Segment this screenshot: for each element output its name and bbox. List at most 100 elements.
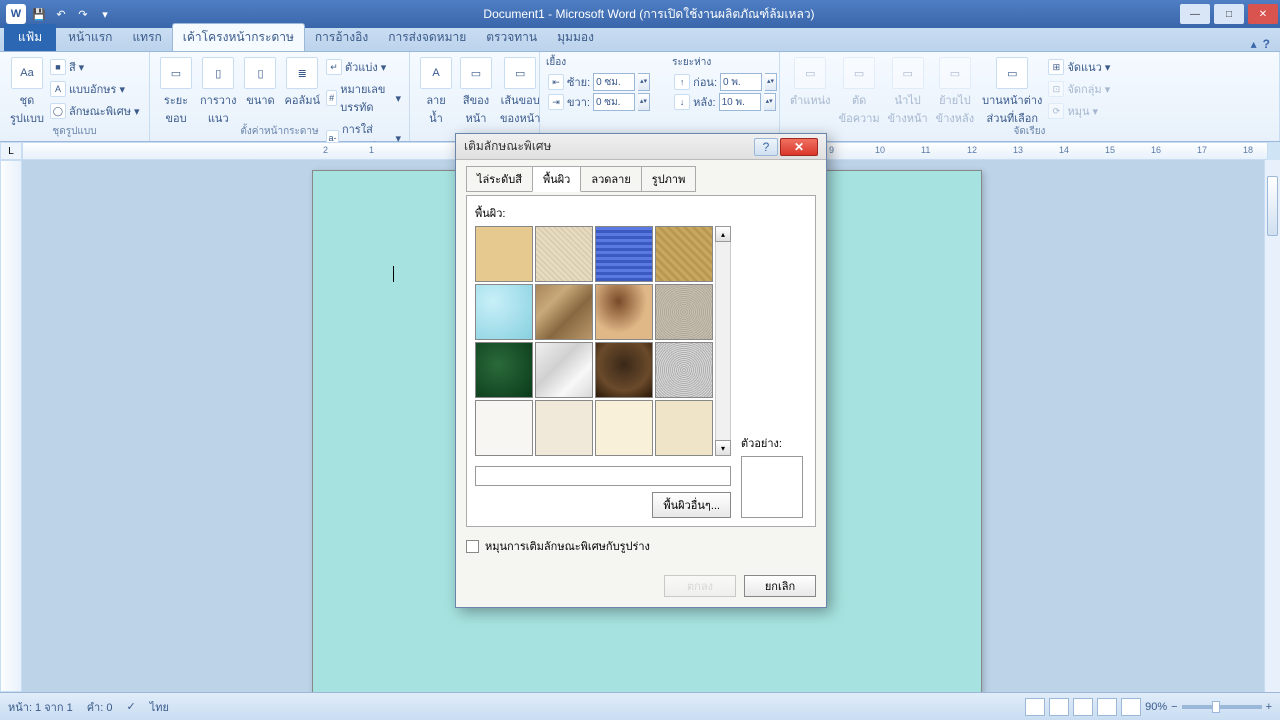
tab-mailings[interactable]: การส่งจดหมาย — [378, 24, 476, 51]
tab-gradient[interactable]: ไล่ระดับสี — [466, 166, 533, 192]
page-borders-icon: ▭ — [504, 57, 536, 89]
rotate-label: หมุน — [1067, 102, 1089, 120]
texture-swatch[interactable] — [535, 400, 593, 456]
group-page-setup-label: ตั้งค่าหน้ากระดาษ — [150, 124, 409, 139]
rotate-icon: ⟳ — [1048, 103, 1064, 119]
minimize-ribbon-icon[interactable]: ▴ — [1251, 37, 1257, 51]
group-themes: Aa ชุด รูปแบบ ■สี ▾ Aแบบอักษร ▾ ◯ลักษณะพ… — [0, 52, 150, 141]
tab-page-layout[interactable]: เค้าโครงหน้ากระดาษ — [172, 23, 305, 51]
texture-swatch[interactable] — [475, 400, 533, 456]
view-full-screen-button[interactable] — [1049, 698, 1069, 716]
view-web-layout-button[interactable] — [1073, 698, 1093, 716]
vertical-ruler[interactable] — [0, 160, 22, 692]
tab-insert[interactable]: แทรก — [122, 24, 171, 51]
texture-swatch[interactable] — [655, 284, 713, 340]
align-button[interactable]: ⊞จัดแนว ▾ — [1046, 57, 1112, 77]
view-outline-button[interactable] — [1097, 698, 1117, 716]
texture-swatch[interactable] — [655, 342, 713, 398]
breaks-button[interactable]: ↵ตัวแบ่ง ▾ — [324, 57, 403, 77]
dialog-panel: พื้นผิว: — [466, 195, 816, 527]
minimize-button[interactable]: — — [1180, 4, 1210, 24]
theme-fonts-button[interactable]: Aแบบอักษร ▾ — [48, 79, 142, 99]
indent-right-input[interactable]: 0 ซม. — [593, 93, 635, 111]
theme-colors-button[interactable]: ■สี ▾ — [48, 57, 142, 77]
maximize-button[interactable]: □ — [1214, 4, 1244, 24]
cancel-button[interactable]: ยกเลิก — [744, 575, 816, 597]
texture-scroll-up[interactable]: ▴ — [715, 226, 731, 242]
scrollbar-thumb[interactable] — [1267, 176, 1278, 236]
zoom-slider-thumb[interactable] — [1212, 701, 1220, 713]
indent-left-spinner[interactable]: ▴▾ — [638, 73, 650, 91]
ok-button[interactable]: ตกลง — [664, 575, 736, 597]
tab-review[interactable]: ตรวจทาน — [476, 24, 547, 51]
dialog-help-button[interactable]: ? — [754, 138, 778, 156]
status-words[interactable]: คำ: 0 — [87, 698, 113, 716]
status-language[interactable]: ไทย — [150, 698, 169, 716]
texture-swatch[interactable] — [595, 284, 653, 340]
save-icon[interactable]: 💾 — [30, 5, 48, 23]
tab-pattern[interactable]: ลวดลาย — [580, 166, 641, 192]
texture-swatch[interactable] — [595, 400, 653, 456]
spacing-after-spinner[interactable]: ▴▾ — [764, 93, 776, 111]
texture-scrollbar[interactable]: ▴ ▾ — [715, 226, 731, 456]
dialog-titlebar[interactable]: เติมลักษณะพิเศษ ? ✕ — [456, 134, 826, 160]
texture-swatch[interactable] — [595, 226, 653, 282]
undo-icon[interactable]: ↶ — [52, 5, 70, 23]
help-icon[interactable]: ? — [1263, 37, 1270, 51]
texture-swatch[interactable] — [475, 342, 533, 398]
indent-left-input[interactable]: 0 ซม. — [593, 73, 635, 91]
spacing-before-input[interactable]: 0 พ. — [720, 73, 762, 91]
tab-references[interactable]: การอ้างอิง — [305, 24, 378, 51]
zoom-out-button[interactable]: − — [1171, 701, 1177, 713]
qat-dropdown-icon[interactable]: ▾ — [96, 5, 114, 23]
texture-swatch[interactable] — [655, 400, 713, 456]
indent-right-spinner[interactable]: ▴▾ — [638, 93, 650, 111]
spacing-after-label: หลัง: — [693, 93, 715, 111]
line-numbers-button[interactable]: #หมายเลขบรรทัด ▾ — [324, 79, 403, 117]
dialog-close-button[interactable]: ✕ — [780, 138, 818, 156]
page-color-button[interactable]: ▭สีของ หน้า — [456, 55, 496, 129]
redo-icon[interactable]: ↷ — [74, 5, 92, 23]
close-button[interactable]: ✕ — [1248, 4, 1278, 24]
page-borders-button[interactable]: ▭เส้นขอบ ของหน้า — [496, 55, 544, 129]
rotate-fill-checkbox[interactable] — [466, 540, 479, 553]
spacing-after-input[interactable]: 10 พ. — [719, 93, 761, 111]
texture-swatch[interactable] — [535, 342, 593, 398]
colors-icon: ■ — [50, 59, 66, 75]
texture-swatch[interactable] — [595, 342, 653, 398]
selection-pane-button[interactable]: ▭บานหน้าต่าง ส่วนที่เลือก — [978, 55, 1046, 129]
fill-effects-dialog: เติมลักษณะพิเศษ ? ✕ ไล่ระดับสี พื้นผิว ล… — [455, 133, 827, 608]
tab-view[interactable]: มุมมอง — [547, 24, 604, 51]
view-draft-button[interactable] — [1121, 698, 1141, 716]
tab-texture[interactable]: พื้นผิว — [532, 166, 581, 192]
wrap-icon: ▭ — [843, 57, 875, 89]
group-page-setup: ▭ระยะ ขอบ ▯การวาง แนว ▯ขนาด ≣คอลัมน์ ↵ตั… — [150, 52, 410, 141]
zoom-in-button[interactable]: + — [1266, 701, 1272, 713]
watermark-button[interactable]: Aลาย น้ำ — [416, 55, 456, 129]
texture-swatch[interactable] — [655, 226, 713, 282]
texture-swatch[interactable] — [475, 226, 533, 282]
themes-button[interactable]: Aa ชุด รูปแบบ — [6, 55, 48, 129]
zoom-percentage[interactable]: 90% — [1145, 701, 1167, 713]
size-label: ขนาด — [246, 91, 274, 109]
other-texture-button[interactable]: พื้นผิวอื่นๆ... — [652, 492, 731, 518]
theme-effects-button[interactable]: ◯ลักษณะพิเศษ ▾ — [48, 101, 142, 121]
status-spellcheck-icon[interactable]: ✓ — [126, 700, 135, 713]
vertical-scrollbar[interactable] — [1264, 160, 1280, 692]
texture-swatch[interactable] — [535, 284, 593, 340]
texture-scroll-down[interactable]: ▾ — [715, 440, 731, 456]
file-tab[interactable]: แฟ้ม — [4, 24, 56, 51]
ruler-corner: L — [0, 142, 22, 160]
texture-scroll-track[interactable] — [715, 242, 731, 440]
zoom-slider[interactable] — [1182, 705, 1262, 709]
tab-home[interactable]: หน้าแรก — [58, 24, 122, 51]
tab-picture[interactable]: รูปภาพ — [641, 166, 697, 192]
page-color-label: สีของ หน้า — [463, 91, 489, 127]
group-icon: ⊡ — [1048, 81, 1064, 97]
view-print-layout-button[interactable] — [1025, 698, 1045, 716]
fonts-icon: A — [50, 81, 66, 97]
texture-swatch[interactable] — [535, 226, 593, 282]
spacing-before-spinner[interactable]: ▴▾ — [765, 73, 777, 91]
status-page[interactable]: หน้า: 1 จาก 1 — [8, 698, 73, 716]
texture-swatch[interactable] — [475, 284, 533, 340]
